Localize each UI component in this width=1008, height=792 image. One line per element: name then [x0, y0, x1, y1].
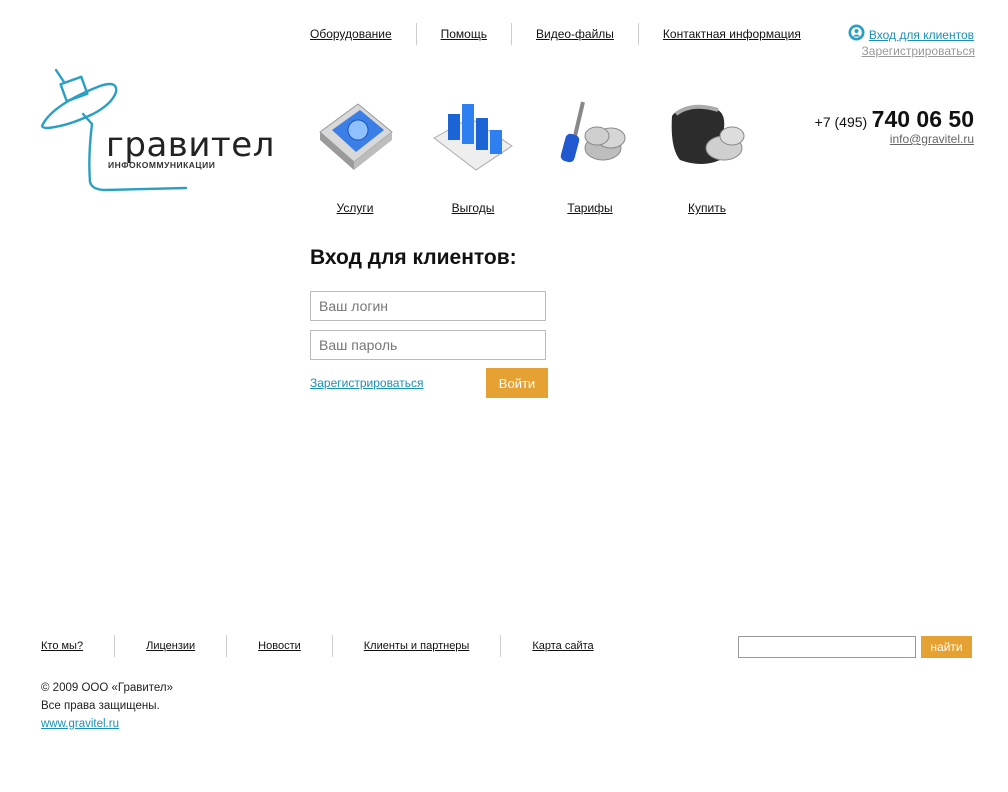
email-link[interactable]: info@gravitel.ru: [890, 132, 974, 146]
footer-clients[interactable]: Клиенты и партнеры: [333, 640, 501, 652]
logo-title: гравител: [106, 125, 275, 165]
register-link-top[interactable]: Зарегистрироваться: [862, 44, 975, 58]
login-input[interactable]: [310, 291, 546, 321]
copyright-block: © 2009 ООО «Гравител» Все права защищены…: [41, 679, 173, 733]
client-login-link[interactable]: Вход для клиентов: [869, 28, 974, 42]
footer-about[interactable]: Кто мы?: [40, 640, 114, 652]
menu-label-tariffs[interactable]: Тарифы: [545, 201, 635, 215]
login-button[interactable]: Войти: [486, 368, 548, 398]
footer-news[interactable]: Новости: [227, 640, 332, 652]
user-icon: [848, 24, 865, 46]
menu-label-buy[interactable]: Купить: [662, 201, 752, 215]
chart-icon: [433, 104, 513, 171]
menu-item-buy[interactable]: Купить: [662, 92, 752, 215]
search-button[interactable]: найти: [921, 636, 972, 658]
login-title: Вход для клиентов:: [310, 246, 517, 269]
logo-subtitle: ИНФОКОММУНИКАЦИИ: [108, 160, 216, 170]
nav-video[interactable]: Видео-файлы: [512, 22, 638, 46]
footer-licenses[interactable]: Лицензии: [115, 640, 226, 652]
nav-contacts[interactable]: Контактная информация: [639, 22, 825, 46]
top-nav: Оборудование Помощь Видео-файлы Контактн…: [300, 22, 825, 46]
password-input[interactable]: [310, 330, 546, 360]
menu-label-services[interactable]: Услуги: [310, 201, 400, 215]
nav-help[interactable]: Помощь: [417, 22, 511, 46]
menu-item-benefits[interactable]: Выгоды: [428, 92, 518, 215]
phone: +7 (495) 740 06 50: [815, 106, 974, 133]
phone-code: +7 (495): [814, 114, 868, 130]
footer-nav: Кто мы? Лицензии Новости Клиенты и партн…: [40, 634, 625, 658]
phone-number: 740 06 50: [871, 106, 974, 132]
screwdriver-coins-icon: [560, 101, 626, 163]
rights-text: Все права защищены.: [41, 700, 160, 712]
wallet-coins-icon: [671, 104, 745, 164]
book-icon: [319, 103, 393, 170]
search-input[interactable]: [738, 636, 916, 658]
site-link[interactable]: www.gravitel.ru: [41, 718, 119, 730]
footer-sitemap[interactable]: Карта сайта: [501, 640, 624, 652]
copyright-text: © 2009 ООО «Гравител»: [41, 682, 174, 694]
nav-equipment[interactable]: Оборудование: [300, 22, 416, 46]
client-login: Вход для клиентов: [848, 24, 974, 46]
menu-item-services[interactable]: Услуги: [310, 92, 400, 215]
menu-item-tariffs[interactable]: Тарифы: [545, 92, 635, 215]
menu-label-benefits[interactable]: Выгоды: [428, 201, 518, 215]
register-link[interactable]: Зарегистрироваться: [310, 376, 423, 390]
